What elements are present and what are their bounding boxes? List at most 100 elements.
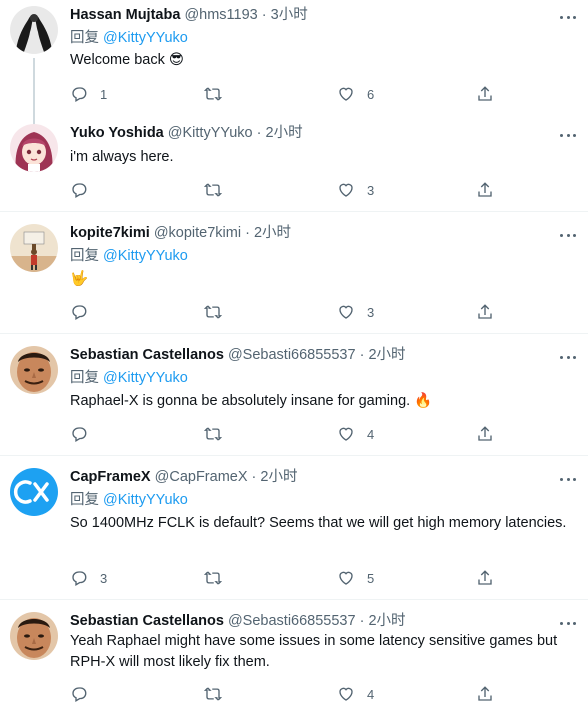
heart-icon [337,569,355,587]
retweet-icon [204,85,222,103]
tweet-header: CapFrameX @CapFrameX · 2小时 [70,468,558,487]
heart-icon [337,85,355,103]
handle[interactable]: @CapFrameX [155,469,248,485]
display-name[interactable]: Sebastian Castellanos [70,347,224,363]
tweet[interactable]: Sebastian Castellanos @Sebasti66855537 ·… [0,606,588,710]
heart-icon [337,425,355,443]
share-button[interactable] [476,424,494,444]
tweet[interactable]: Sebastian Castellanos @Sebasti66855537 ·… [0,340,588,456]
tweet[interactable]: kopite7kimi @kopite7kimi · 2小时 回复 @Kitty… [0,218,588,334]
retweet-button[interactable] [204,424,234,444]
share-button[interactable] [476,568,494,588]
action-bar: 1 6 [70,84,510,104]
more-options-icon[interactable] [560,618,576,628]
avatar[interactable] [10,612,58,660]
heart-icon [337,303,355,321]
timestamp[interactable]: 2小时 [266,125,303,141]
reply-button[interactable]: 1 [70,84,107,104]
reply-icon [70,303,88,321]
avatar[interactable] [10,6,58,54]
reply-icon [70,569,88,587]
like-button[interactable]: 6 [337,84,374,104]
retweet-icon [204,181,222,199]
like-button[interactable]: 3 [337,302,374,322]
like-button[interactable]: 4 [337,424,374,444]
more-options-icon[interactable] [560,12,576,22]
avatar[interactable] [10,124,58,172]
handle[interactable]: @Sebasti66855537 [228,613,356,629]
reply-icon [70,85,88,103]
separator-dot: · [245,225,250,241]
avatar[interactable] [10,468,58,516]
share-button[interactable] [476,302,494,322]
like-count: 4 [367,686,375,702]
reply-button[interactable] [70,302,100,322]
tweet[interactable]: Yuko Yoshida @KittyYYuko · 2小时 i'm alway… [0,118,588,212]
more-options-icon[interactable] [560,352,576,362]
mention-link[interactable]: @KittyYYuko [103,30,188,46]
separator-dot: · [359,347,365,363]
retweet-button[interactable] [204,568,234,588]
reply-button[interactable] [70,424,100,444]
display-name[interactable]: Sebastian Castellanos [70,613,224,629]
like-button[interactable]: 3 [337,180,374,200]
retweet-button[interactable] [204,180,234,200]
reply-icon [70,685,88,703]
replying-to: 回复 @KittyYYuko [70,369,188,388]
display-name[interactable]: CapFrameX [70,469,151,485]
reply-button[interactable] [70,180,100,200]
retweet-button[interactable] [204,84,234,104]
reply-button[interactable]: 3 [70,568,107,588]
timestamp[interactable]: 2小时 [368,613,405,629]
share-button[interactable] [476,684,494,704]
like-count: 6 [367,86,375,102]
share-icon [476,425,494,443]
action-bar: 4 [70,684,510,704]
display-name[interactable]: kopite7kimi [70,225,150,241]
timestamp[interactable]: 2小时 [254,225,291,241]
tweet-header: kopite7kimi @kopite7kimi · 2小时 [70,224,558,243]
timestamp[interactable]: 3小时 [271,7,308,23]
retweet-icon [204,685,222,703]
tweet-header: Sebastian Castellanos @Sebasti66855537 ·… [70,346,558,365]
like-count: 3 [367,182,375,198]
mention-link[interactable]: @KittyYYuko [103,492,188,508]
share-icon [476,303,494,321]
handle[interactable]: @kopite7kimi [154,225,241,241]
reply-icon [70,425,88,443]
mention-link[interactable]: @KittyYYuko [103,370,188,386]
share-icon [476,181,494,199]
tweet[interactable]: CapFrameX @CapFrameX · 2小时 回复 @KittyYYuk… [0,462,588,600]
avatar[interactable] [10,224,58,272]
tweet-text: Raphael-X is gonna be absolutely insane … [70,393,433,409]
replying-to: 回复 @KittyYYuko [70,491,188,510]
separator-dot: · [359,613,365,629]
share-button[interactable] [476,84,494,104]
handle[interactable]: @Sebasti66855537 [228,347,356,363]
more-options-icon[interactable] [560,230,576,240]
display-name[interactable]: Yuko Yoshida [70,125,164,141]
like-button[interactable]: 4 [337,684,374,704]
retweet-icon [204,569,222,587]
more-options-icon[interactable] [560,130,576,140]
display-name[interactable]: Hassan Mujtaba [70,7,180,23]
tweet-header: Sebastian Castellanos @Sebasti66855537 ·… [70,612,558,631]
tweet-text: i'm always here. [70,149,174,165]
handle[interactable]: @hms1193 [184,7,257,23]
retweet-icon [204,303,222,321]
action-bar: 4 [70,424,510,444]
tweet[interactable]: Hassan Mujtaba @hms1193 · 3小时 回复 @KittyY… [0,0,588,128]
retweet-button[interactable] [204,684,234,704]
reply-button[interactable] [70,684,100,704]
mention-link[interactable]: @KittyYYuko [103,248,188,264]
tweet-text: Yeah Raphael might have some issues in s… [70,633,558,670]
timestamp[interactable]: 2小时 [368,347,405,363]
timestamp[interactable]: 2小时 [260,469,297,485]
like-button[interactable]: 5 [337,568,374,588]
share-button[interactable] [476,180,494,200]
avatar[interactable] [10,346,58,394]
retweet-button[interactable] [204,302,234,322]
handle[interactable]: @KittyYYuko [168,125,253,141]
more-options-icon[interactable] [560,474,576,484]
heart-icon [337,685,355,703]
